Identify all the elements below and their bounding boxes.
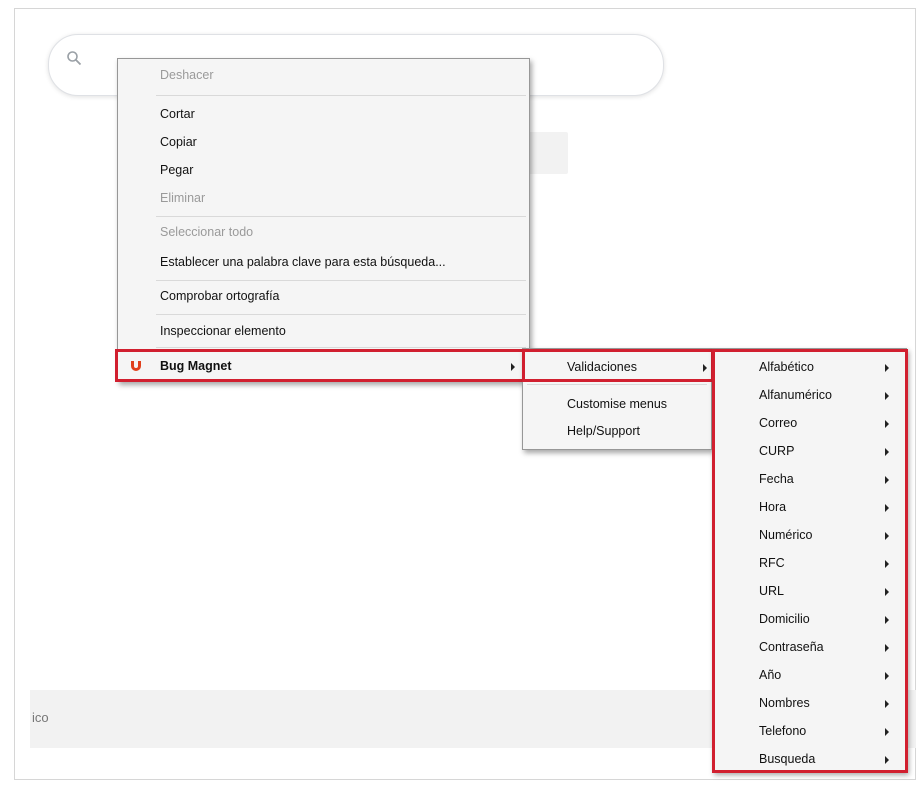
menu-separator: [527, 384, 707, 385]
menu-item-pegar[interactable]: Pegar: [160, 163, 193, 177]
context-menu: Deshacer Cortar Copiar Pegar Eliminar Se…: [117, 58, 530, 382]
footer-text: ico: [32, 710, 49, 725]
menu-item-eliminar[interactable]: Eliminar: [160, 191, 205, 205]
menu-item-seleccionar-todo[interactable]: Seleccionar todo: [160, 225, 253, 239]
validaciones-list-highlight: [712, 349, 908, 773]
menu-item-establecer-palabra-clave[interactable]: Establecer una palabra clave para esta b…: [160, 255, 446, 269]
submenu-item-customise-menus[interactable]: Customise menus: [567, 397, 667, 411]
search-icon: [67, 51, 82, 66]
validaciones-highlight: [522, 349, 714, 382]
menu-separator: [156, 347, 526, 348]
menu-item-deshacer[interactable]: Deshacer: [160, 68, 214, 82]
menu-separator: [156, 95, 526, 96]
menu-item-inspeccionar-elemento[interactable]: Inspeccionar elemento: [160, 324, 286, 338]
menu-separator: [156, 314, 526, 315]
menu-item-comprobar-ortografia[interactable]: Comprobar ortografía: [160, 289, 280, 303]
submenu-item-help-support[interactable]: Help/Support: [567, 424, 640, 438]
menu-item-cortar[interactable]: Cortar: [160, 107, 195, 121]
menu-separator: [156, 216, 526, 217]
menu-item-copiar[interactable]: Copiar: [160, 135, 197, 149]
menu-separator: [156, 280, 526, 281]
bug-magnet-highlight: [115, 349, 527, 382]
